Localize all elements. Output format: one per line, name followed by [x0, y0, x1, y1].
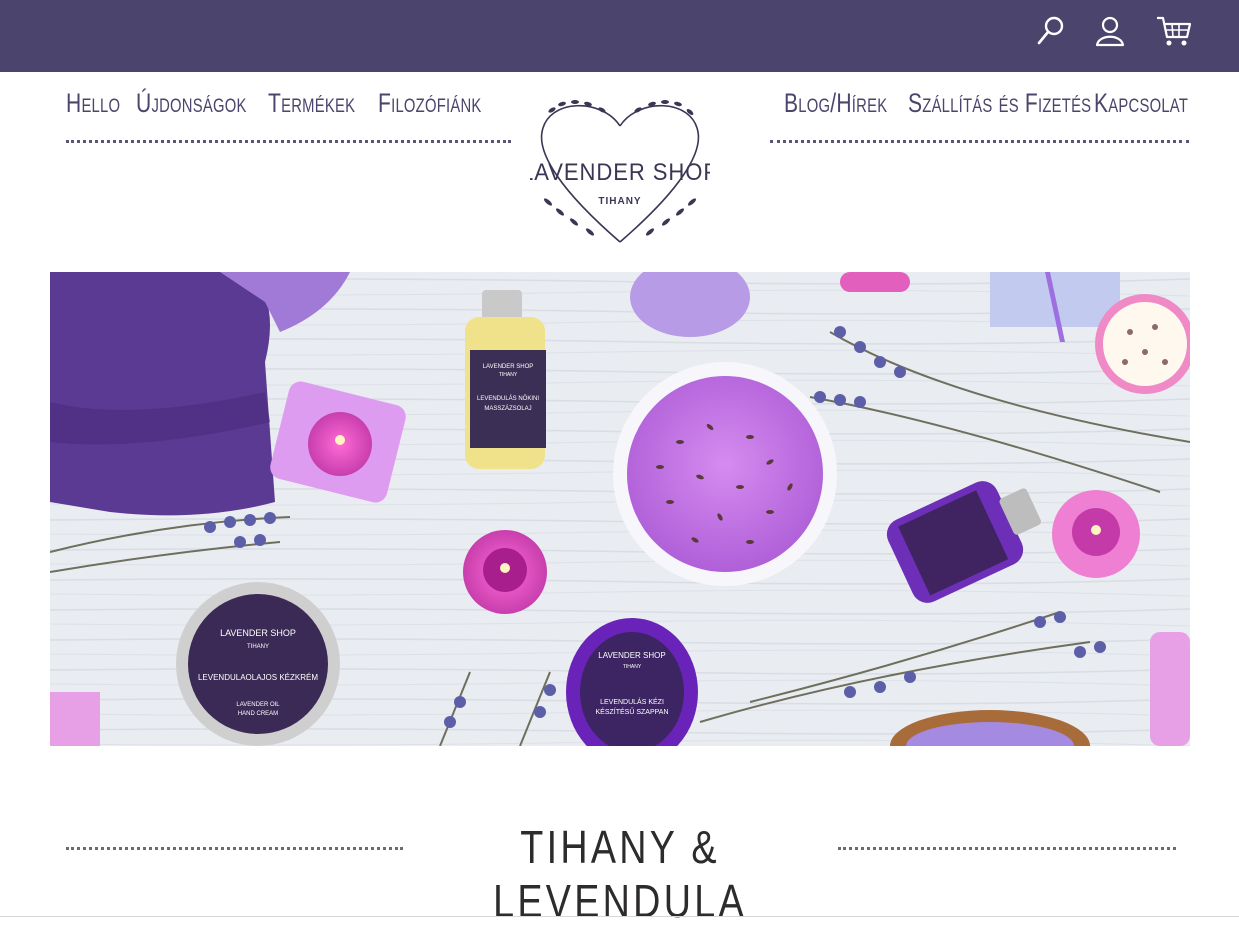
nav-item-szallitas[interactable]: Szállítás és Fizetés — [908, 88, 1091, 119]
product-label: LEVENDULAOLAJOS KÉZKRÉM — [198, 673, 318, 682]
logo[interactable]: LAVENDER SHOP TIHANY — [521, 92, 718, 252]
nav-right: Blog/Hírek Szállítás és Fizetés Kapcsola… — [770, 88, 1189, 150]
product-label: LAVENDER OIL — [236, 702, 280, 708]
product-label: LEVENDULÁS KÉZI — [600, 697, 664, 706]
product-label: HAND CREAM — [238, 711, 278, 717]
nav-divider — [770, 140, 1189, 143]
heading-divider-left — [66, 847, 403, 850]
bottom-divider — [0, 916, 1239, 917]
nav-item-ujdonsagok[interactable]: Újdonságok — [136, 88, 246, 119]
section-title: TIHANY & LEVENDULA — [493, 821, 747, 927]
top-bar — [0, 0, 1239, 72]
nav-item-hello[interactable]: Hello — [66, 88, 121, 119]
cart-icon[interactable] — [1155, 12, 1193, 50]
product-label: LAVENDER SHOP — [598, 651, 665, 660]
product-label: LAVENDER SHOP — [483, 364, 534, 370]
nav-item-filozofiank[interactable]: Filozófiánk — [378, 88, 482, 119]
nav-item-blog[interactable]: Blog/Hírek — [784, 88, 887, 119]
hero-banner[interactable]: LAVENDER SHOP TIHANY LEVENDULÁS NŐKINI M… — [50, 272, 1190, 746]
logo-title: LAVENDER SHOP — [530, 158, 710, 185]
search-icon[interactable] — [1031, 12, 1069, 50]
product-label: MASSZÁZSOLAJ — [484, 405, 531, 412]
nav-item-termekek[interactable]: Termékek — [268, 88, 355, 119]
product-label: KÉSZÍTÉSŰ SZAPPAN — [596, 707, 669, 716]
nav-left: Hello Újdonságok Termékek Filozófiánk — [66, 88, 511, 150]
product-label: TIHANY — [499, 372, 518, 378]
product-label: TIHANY — [623, 664, 642, 670]
hero-image: LAVENDER SHOP TIHANY LEVENDULÁS NŐKINI M… — [50, 272, 1190, 746]
heading-divider-right — [838, 847, 1176, 850]
nav-item-kapcsolat[interactable]: Kapcsolat — [1094, 88, 1188, 119]
product-label: TIHANY — [247, 644, 269, 650]
nav-divider — [66, 140, 511, 143]
product-label: LEVENDULÁS NŐKINI — [477, 395, 539, 402]
logo-subtitle: TIHANY — [598, 196, 641, 207]
user-icon[interactable] — [1091, 12, 1129, 50]
product-label: LAVENDER SHOP — [220, 628, 296, 638]
section-heading: TIHANY & LEVENDULA — [0, 820, 1239, 927]
